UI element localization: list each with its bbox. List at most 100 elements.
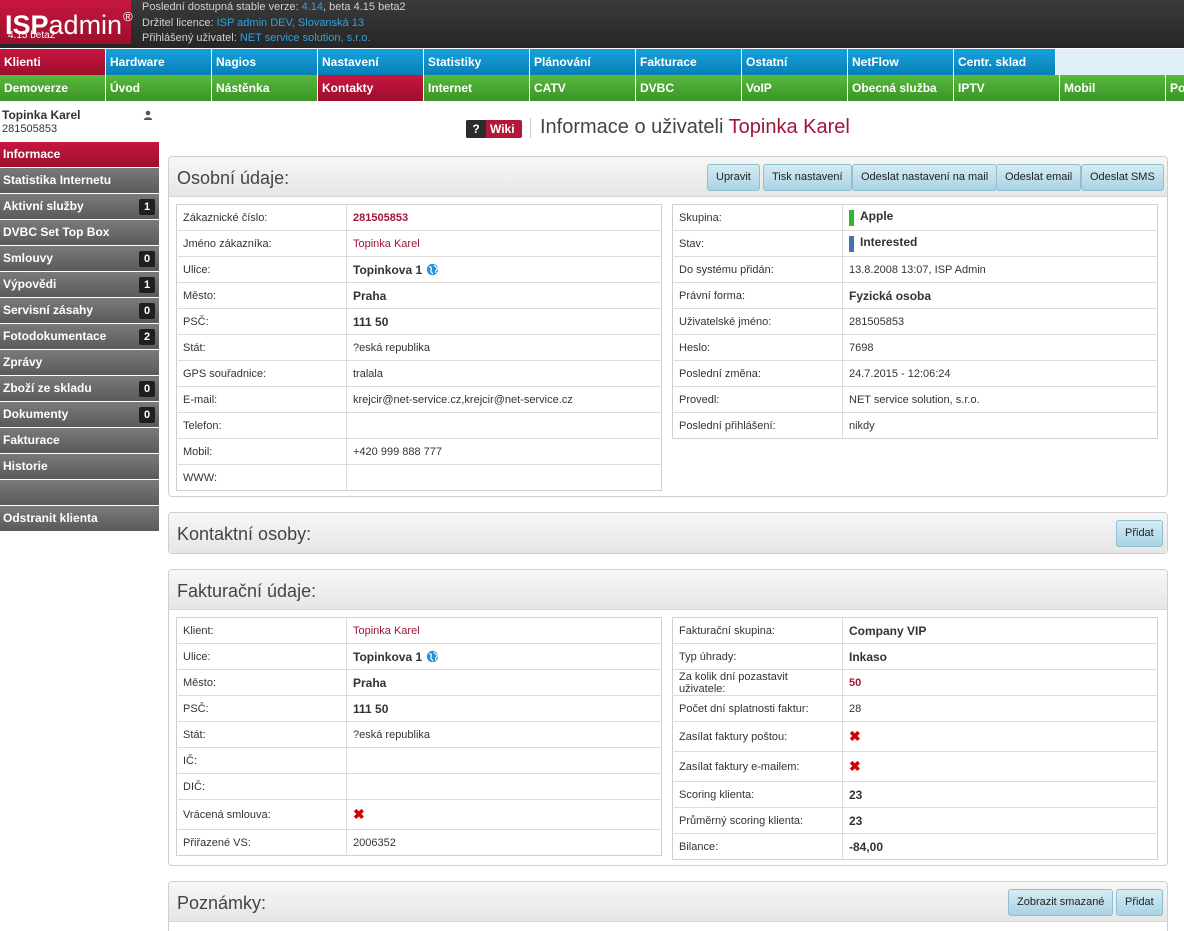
nav-klienti[interactable]: Klienti — [0, 49, 106, 75]
sidebar-item-zbozi-ze-skladu[interactable]: Zboží ze skladu 0 — [0, 376, 159, 402]
field-value: Praha — [353, 288, 387, 303]
subnav-more[interactable]: Po — [1166, 75, 1184, 101]
field-value[interactable]: Topinka Karel — [353, 238, 420, 250]
nav-hardware[interactable]: Hardware — [106, 49, 212, 75]
subnav-kontakty[interactable]: Kontakty — [318, 75, 424, 101]
sidebar-item-informace[interactable]: Informace — [0, 142, 159, 168]
subnav-internet[interactable]: Internet — [424, 75, 530, 101]
nav-ostatni[interactable]: Ostatní — [742, 49, 848, 75]
field-label: Scoring klienta: — [672, 781, 843, 808]
row-provedl: Provedl: NET service solution, s.r.o. — [672, 386, 1158, 413]
panel-title: Poznámky: — [177, 893, 267, 913]
subnav-voip[interactable]: VoIP — [742, 75, 848, 101]
sidebar-item-aktivni-sluzby[interactable]: Aktivní služby 1 — [0, 194, 159, 220]
field-value: nikdy — [849, 419, 875, 432]
map-globe-icon[interactable] — [426, 650, 439, 663]
subnav-iptv[interactable]: IPTV — [954, 75, 1060, 101]
field-value: 2006352 — [353, 836, 396, 849]
field-value[interactable]: 281505853 — [353, 212, 408, 224]
row-dic: DIČ: — [176, 773, 662, 800]
row-ic: IČ: — [176, 747, 662, 774]
field-value: 7698 — [849, 341, 874, 354]
field-value-cell: 24.7.2015 - 12:06:24 — [842, 360, 1158, 387]
license-line: Držitel licence: ISP admin DEV, Slovansk… — [142, 16, 364, 29]
row-stat: Stát: ?eská republika — [176, 334, 662, 361]
sidebar-item-dokumenty[interactable]: Dokumenty 0 — [0, 402, 159, 428]
field-label: Město: — [176, 669, 347, 696]
send-email-button[interactable]: Odeslat email — [996, 164, 1082, 191]
field-label: Zasílat faktury e-mailem: — [672, 751, 843, 782]
wiki-button[interactable]: ? Wiki — [466, 120, 522, 138]
sidebar-item-smlouvy[interactable]: Smlouvy 0 — [0, 246, 159, 272]
top-info: Poslední dostupná stable verze: 4.14, be… — [142, 0, 406, 47]
subnav-catv[interactable]: CATV — [530, 75, 636, 101]
sidebar-item-zpravy[interactable]: Zprávy — [0, 350, 159, 376]
row-heslo: Heslo: 7698 — [672, 334, 1158, 361]
sidebar-item-historie[interactable]: Historie — [0, 454, 159, 480]
sidebar-item-servisni-zasahy[interactable]: Servisní zásahy 0 — [0, 298, 159, 324]
field-value-cell: nikdy — [842, 412, 1158, 439]
panel-header: Fakturační údaje: — [169, 570, 1167, 610]
nav-nagios[interactable]: Nagios — [212, 49, 318, 75]
sidebar-item-dvbc-set-top-box[interactable]: DVBC Set Top Box — [0, 220, 159, 246]
row-mobil: Mobil: +420 999 888 777 — [176, 438, 662, 465]
subnav-demoverze[interactable]: Demoverze — [0, 75, 106, 101]
color-swatch — [849, 209, 854, 226]
nav-planovani[interactable]: Plánování — [530, 49, 636, 75]
row-psc: PSČ: 111 50 — [176, 308, 662, 335]
row-zakaznicke-cislo: Zákaznické číslo: 281505853 — [176, 204, 662, 231]
row-e-mail: E-mail: krejcir@net-service.cz,krejcir@ne… — [176, 386, 662, 413]
nav-centr-sklad[interactable]: Centr. sklad — [954, 49, 1056, 75]
sidebar-item-fotodokumentace[interactable]: Fotodokumentace 2 — [0, 324, 159, 350]
row-posledni-zmena: Poslední změna: 24.7.2015 - 12:06:24 — [672, 360, 1158, 387]
stable-version-link[interactable]: 4.14 — [302, 1, 323, 13]
row-posledni-prihlaseni: Poslední přihlášení: nikdy — [672, 412, 1158, 439]
sidebar-item-odstranit-klienta[interactable]: Odstranit klienta — [0, 506, 159, 532]
field-value: 23 — [849, 813, 863, 828]
field-value[interactable]: Topinka Karel — [353, 625, 420, 637]
field-value-cell: krejcir@net-service.cz,krejcir@net-servi… — [346, 386, 662, 413]
sub-nav: Demoverze Úvod Nástěnka Kontakty Interne… — [0, 75, 1184, 101]
add-note-button[interactable]: Přidat — [1116, 889, 1163, 916]
app-logo[interactable]: ISPadmin® 4.15 beta2 — [0, 0, 133, 44]
edit-button[interactable]: Upravit — [707, 164, 760, 191]
row-mesto: Město: Praha — [176, 282, 662, 309]
license-holder-link[interactable]: ISP admin DEV, Slovanská 13 — [217, 17, 364, 29]
subnav-dvbc[interactable]: DVBC — [636, 75, 742, 101]
subnav-uvod[interactable]: Úvod — [106, 75, 212, 101]
logged-user-link[interactable]: NET service solution, s.r.o. — [240, 32, 371, 44]
sidebar-item-vypovedi[interactable]: Výpovědi 1 — [0, 272, 159, 298]
show-deleted-button[interactable]: Zobrazit smazané — [1008, 889, 1114, 916]
field-value[interactable]: 50 — [849, 677, 861, 689]
field-value-cell: 281505853 — [347, 205, 662, 231]
nav-fakturace[interactable]: Fakturace — [636, 49, 742, 75]
field-label: Ulice: — [176, 256, 347, 283]
print-settings-button[interactable]: Tisk nastavení — [763, 164, 852, 191]
nav-statistiky[interactable]: Statistiky — [424, 49, 530, 75]
nav-netflow[interactable]: NetFlow — [848, 49, 954, 75]
field-value: Inkaso — [849, 649, 888, 664]
subnav-obecna-sluzba[interactable]: Obecná služba — [848, 75, 954, 101]
send-sms-button[interactable]: Odeslat SMS — [1081, 164, 1164, 191]
row-do-systemu-pridan: Do systému přidán: 13.8.2008 13:07, ISP A… — [672, 256, 1158, 283]
field-value-cell: 111 50 — [346, 695, 662, 722]
field-label: Město: — [176, 282, 347, 309]
subnav-mobil[interactable]: Mobil — [1060, 75, 1166, 101]
map-globe-icon[interactable] — [426, 263, 439, 276]
field-value-cell — [346, 464, 662, 491]
send-settings-mail-button[interactable]: Odeslat nastavení na mail — [852, 164, 998, 191]
sidebar-item-statistika-internetu[interactable]: Statistika Internetu — [0, 168, 159, 194]
field-value-cell: -84,00 — [842, 833, 1158, 860]
nav-nastaveni[interactable]: Nastavení — [318, 49, 424, 75]
field-value-cell: NET service solution, s.r.o. — [842, 386, 1158, 413]
field-value: Topinkova 1 — [353, 262, 423, 277]
add-contact-button[interactable]: Přidat — [1116, 520, 1163, 547]
field-label: Bilance: — [672, 833, 843, 860]
field-label: Telefon: — [176, 412, 347, 439]
sidebar-item-fakturace[interactable]: Fakturace — [0, 428, 159, 454]
user-icon[interactable] — [143, 110, 153, 120]
field-label: Provedl: — [672, 386, 843, 413]
field-label: DIČ: — [176, 773, 347, 800]
top-bar: ISPadmin® 4.15 beta2 Poslední dostupná s… — [0, 0, 1184, 48]
subnav-nastenka[interactable]: Nástěnka — [212, 75, 318, 101]
